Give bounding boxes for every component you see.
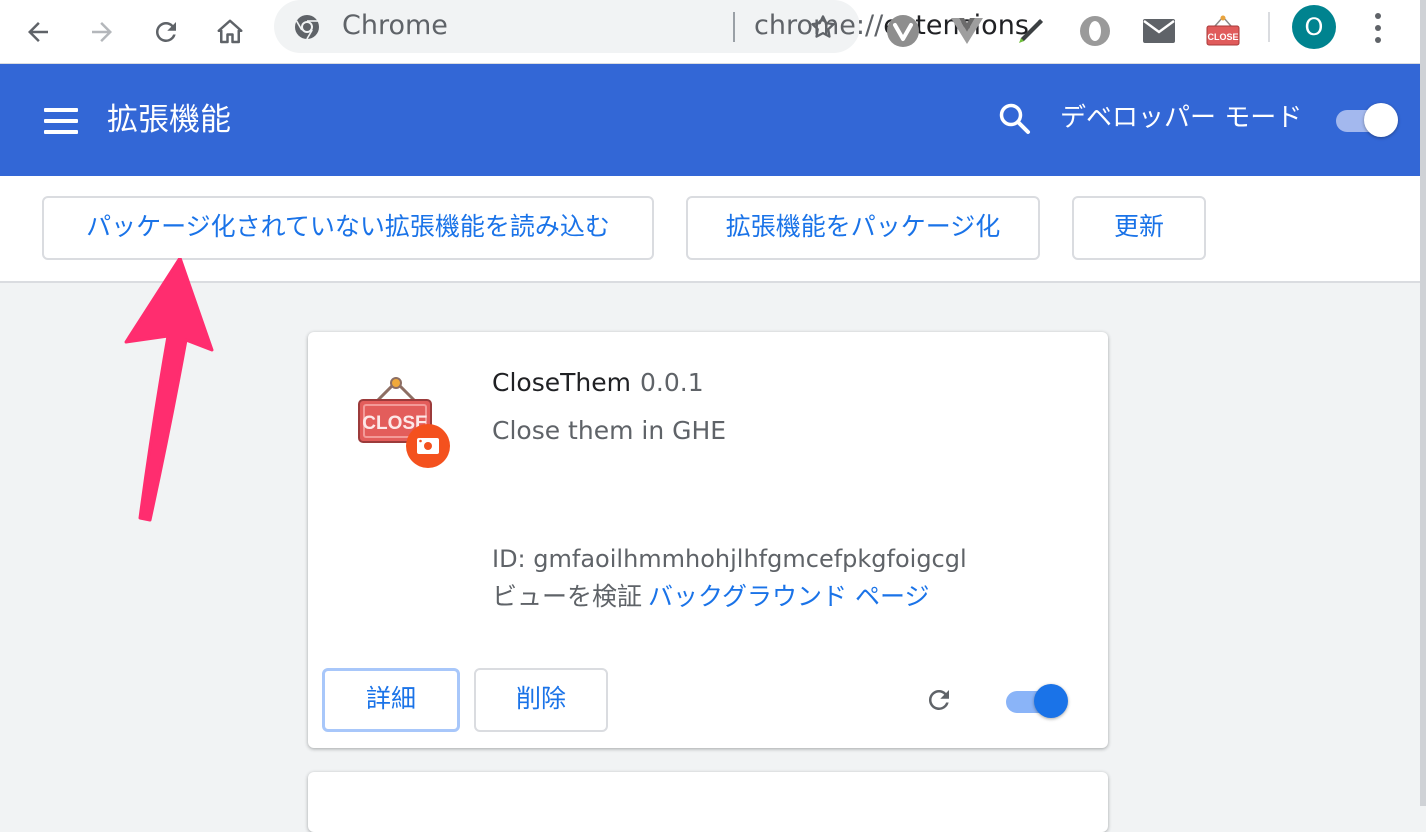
omnibox[interactable]: Chrome chrome://extensions xyxy=(274,0,1029,53)
pack-extension-button[interactable]: 拡張機能をパッケージ化 xyxy=(686,196,1040,260)
chrome-logo-icon xyxy=(295,15,319,40)
annotation-arrow-icon xyxy=(124,258,214,522)
extension-enable-toggle[interactable] xyxy=(1006,684,1068,718)
browser-toolbar: Chrome chrome://extensions CLOSE O xyxy=(0,0,1426,64)
extension-card: CLOSE CloseThem 0.0.1 Close them in GHE … xyxy=(308,332,1108,748)
inspect-views: ビューを検証 バックグラウンド ページ xyxy=(492,582,929,612)
update-button[interactable]: 更新 xyxy=(1072,196,1206,260)
remove-button[interactable]: 削除 xyxy=(474,668,608,732)
extension-name: CloseThem xyxy=(492,368,631,397)
omnibox-divider xyxy=(733,12,735,42)
developer-mode-toggle[interactable] xyxy=(1336,103,1398,137)
toggle-thumb xyxy=(1034,684,1068,718)
bookmark-star-icon[interactable] xyxy=(808,12,838,42)
forward-arrow-icon[interactable] xyxy=(78,8,126,56)
extension-id: ID: gmfaoilhmmhohjlhfgmcefpkgfoigcgl xyxy=(492,545,967,573)
closethem-badge-text: CLOSE xyxy=(1207,32,1238,42)
closethem-icon[interactable]: CLOSE xyxy=(1204,12,1242,50)
background-page-link[interactable]: バックグラウンド ページ xyxy=(648,582,929,611)
extension-card-partial xyxy=(308,772,1108,832)
extensions-header: 拡張機能 デベロッパー モード xyxy=(0,64,1420,176)
profile-avatar[interactable]: O xyxy=(1292,5,1336,49)
more-menu-icon[interactable] xyxy=(1366,8,1390,48)
vue-devtools-icon[interactable] xyxy=(948,12,986,50)
mail-icon[interactable] xyxy=(1140,12,1178,50)
search-icon[interactable] xyxy=(998,102,1032,136)
hamburger-menu-icon[interactable] xyxy=(44,108,78,134)
back-arrow-icon[interactable] xyxy=(14,8,62,56)
window-edge xyxy=(1420,0,1426,806)
reload-icon[interactable] xyxy=(142,8,190,56)
reload-extension-icon[interactable] xyxy=(924,685,954,715)
toolbar-divider xyxy=(1268,12,1270,42)
toggle-thumb xyxy=(1364,103,1398,137)
details-button[interactable]: 詳細 xyxy=(322,668,460,732)
inspect-views-label: ビューを検証 xyxy=(492,582,643,611)
omnibox-site-label: Chrome xyxy=(342,10,448,41)
vivaldi-icon[interactable] xyxy=(884,12,922,50)
home-icon[interactable] xyxy=(206,8,254,56)
extension-description: Close them in GHE xyxy=(492,416,727,445)
extension-version: 0.0.1 xyxy=(640,368,704,397)
closethem-logo-icon: CLOSE xyxy=(358,377,450,468)
pen-extension-icon[interactable] xyxy=(1012,12,1050,50)
page-title: 拡張機能 xyxy=(107,102,231,138)
developer-mode-label: デベロッパー モード xyxy=(1060,103,1303,133)
opera-icon[interactable] xyxy=(1076,12,1114,50)
load-unpacked-button[interactable]: パッケージ化されていない拡張機能を読み込む xyxy=(42,196,654,260)
